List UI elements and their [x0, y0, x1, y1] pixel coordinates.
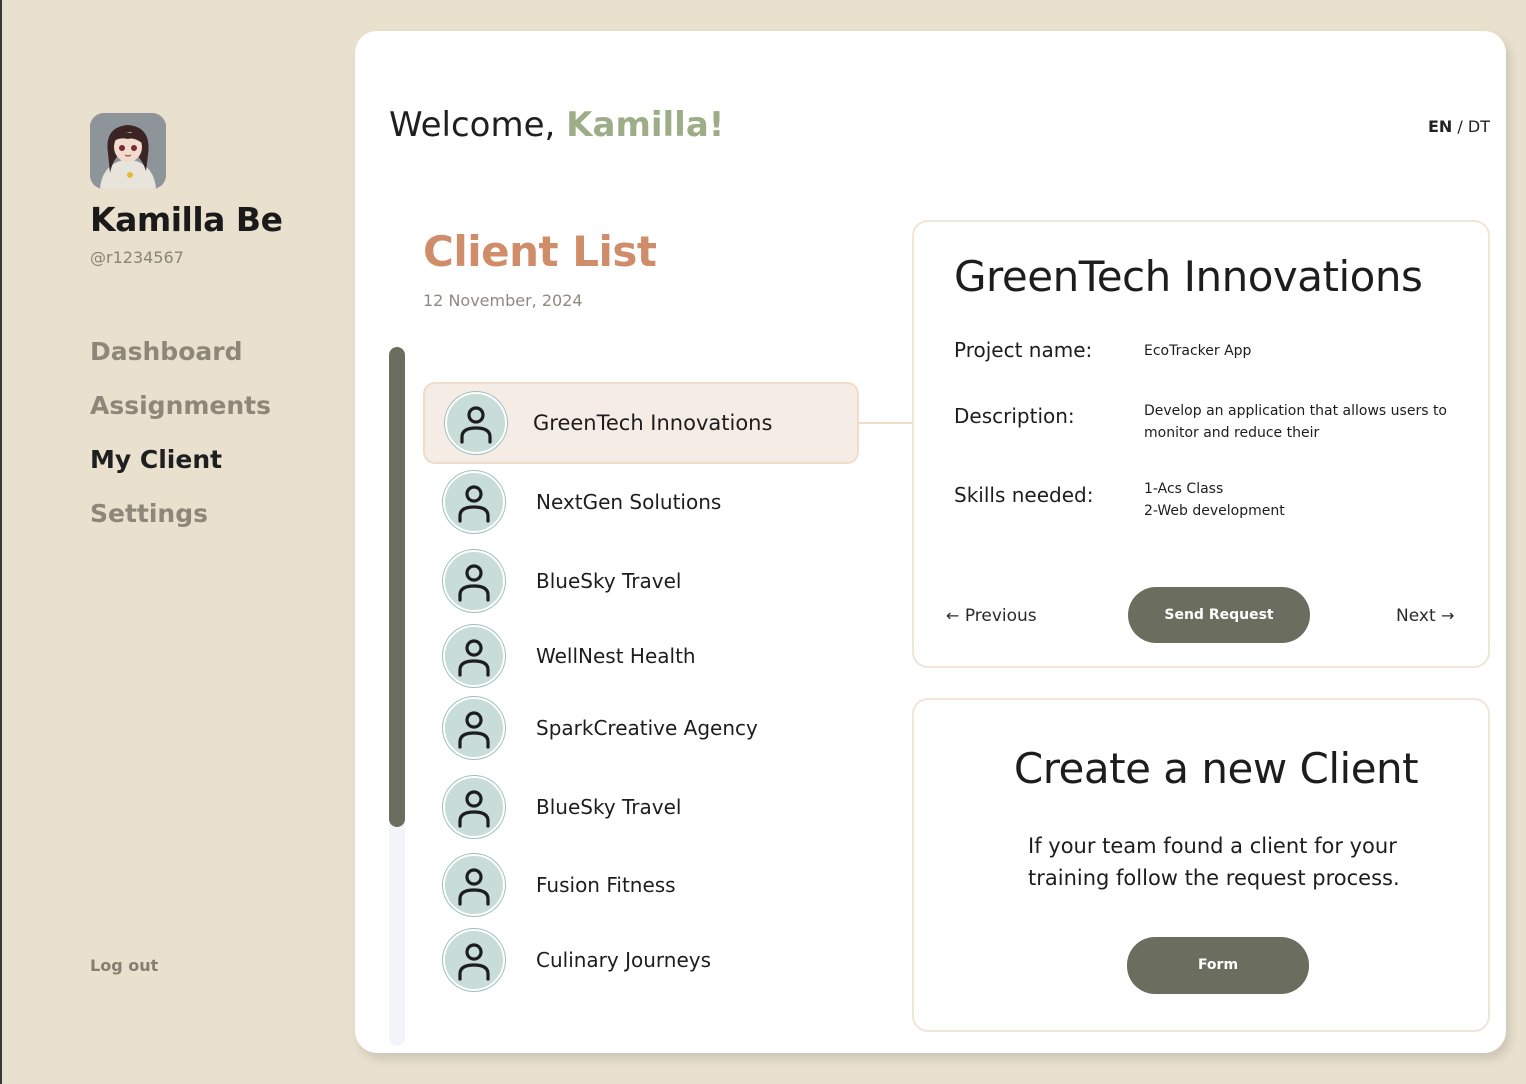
- detail-title: GreenTech Innovations: [954, 252, 1423, 301]
- client-row[interactable]: SparkCreative Agency: [423, 688, 859, 770]
- client-row[interactable]: Culinary Journeys: [423, 920, 859, 1002]
- user-icon: [443, 697, 505, 759]
- client-detail-card: GreenTech Innovations Project name: EcoT…: [912, 220, 1490, 668]
- previous-label: Previous: [964, 606, 1037, 626]
- client-name: Culinary Journeys: [536, 948, 712, 972]
- skills-list: 1-Acs Class 2-Web development: [1144, 478, 1464, 522]
- user-icon: [443, 854, 505, 916]
- sidebar-item-my-client[interactable]: My Client: [90, 444, 271, 475]
- client-list-date: 12 November, 2024: [423, 291, 583, 310]
- sidebar-item-dashboard[interactable]: Dashboard: [90, 336, 271, 367]
- send-request-button[interactable]: Send Request: [1128, 587, 1310, 643]
- welcome-name: Kamilla!: [566, 105, 725, 145]
- description-label: Description:: [954, 404, 1075, 428]
- scrollbar-thumb[interactable]: [389, 347, 405, 827]
- previous-button[interactable]: ← Previous: [946, 606, 1037, 626]
- user-icon: [443, 776, 505, 838]
- client-name: WellNest Health: [536, 644, 696, 668]
- skill-item: 1-Acs Class: [1144, 481, 1224, 497]
- sidebar-item-settings[interactable]: Settings: [90, 498, 271, 529]
- skills-label: Skills needed:: [954, 483, 1094, 507]
- sidebar-item-assignments[interactable]: Assignments: [90, 390, 271, 421]
- next-label: Next: [1396, 606, 1436, 626]
- client-list-title: Client List: [423, 227, 657, 276]
- user-icon: [443, 471, 505, 533]
- language-switcher: EN / DT: [1428, 117, 1490, 136]
- logout-link[interactable]: Log out: [90, 956, 158, 975]
- avatar[interactable]: [90, 113, 166, 189]
- user-icon: [443, 625, 505, 687]
- window-edge: [0, 0, 2, 1084]
- client-name: Fusion Fitness: [536, 873, 676, 897]
- create-client-description: If your team found a client for your tra…: [1028, 834, 1400, 890]
- user-icon: [445, 392, 507, 454]
- client-row-selected[interactable]: GreenTech Innovations: [423, 382, 859, 464]
- client-name: BlueSky Travel: [536, 569, 682, 593]
- form-button[interactable]: Form: [1127, 937, 1309, 994]
- arrow-left-icon: ←: [946, 606, 960, 625]
- client-row[interactable]: Fusion Fitness: [423, 845, 859, 927]
- skill-item: 2-Web development: [1144, 503, 1285, 519]
- client-row[interactable]: BlueSky Travel: [423, 767, 859, 849]
- next-button[interactable]: Next →: [1396, 606, 1454, 626]
- client-name: GreenTech Innovations: [533, 411, 773, 435]
- client-row[interactable]: NextGen Solutions: [423, 462, 859, 544]
- description-value: Develop an application that allows users…: [1144, 403, 1447, 441]
- lang-separator: /: [1457, 117, 1463, 136]
- user-icon: [443, 929, 505, 991]
- create-client-card: Create a new Client If your team found a…: [912, 698, 1490, 1032]
- main-panel: Welcome, Kamilla! EN / DT Client List 12…: [355, 31, 1506, 1053]
- user-icon: [443, 550, 505, 612]
- avatar-illustration: [90, 113, 166, 189]
- lang-en-option[interactable]: EN: [1428, 117, 1452, 136]
- client-name: BlueSky Travel: [536, 795, 682, 819]
- project-name-label: Project name:: [954, 338, 1093, 362]
- client-row[interactable]: BlueSky Travel: [423, 541, 859, 623]
- lang-dt-option[interactable]: DT: [1468, 117, 1490, 136]
- sidebar-nav: Dashboard Assignments My Client Settings: [90, 336, 271, 552]
- project-name-value: EcoTracker App: [1144, 343, 1252, 359]
- client-name: NextGen Solutions: [536, 490, 722, 514]
- profile-name: Kamilla Be: [90, 200, 283, 239]
- client-row[interactable]: WellNest Health: [423, 616, 859, 698]
- create-client-title: Create a new Client: [1013, 744, 1419, 793]
- arrow-right-icon: →: [1441, 606, 1455, 625]
- selection-connector: [859, 422, 913, 424]
- welcome-prefix: Welcome,: [389, 105, 556, 145]
- profile-handle: @r1234567: [90, 248, 184, 267]
- welcome-heading: Welcome, Kamilla!: [389, 105, 724, 145]
- client-name: SparkCreative Agency: [536, 716, 758, 740]
